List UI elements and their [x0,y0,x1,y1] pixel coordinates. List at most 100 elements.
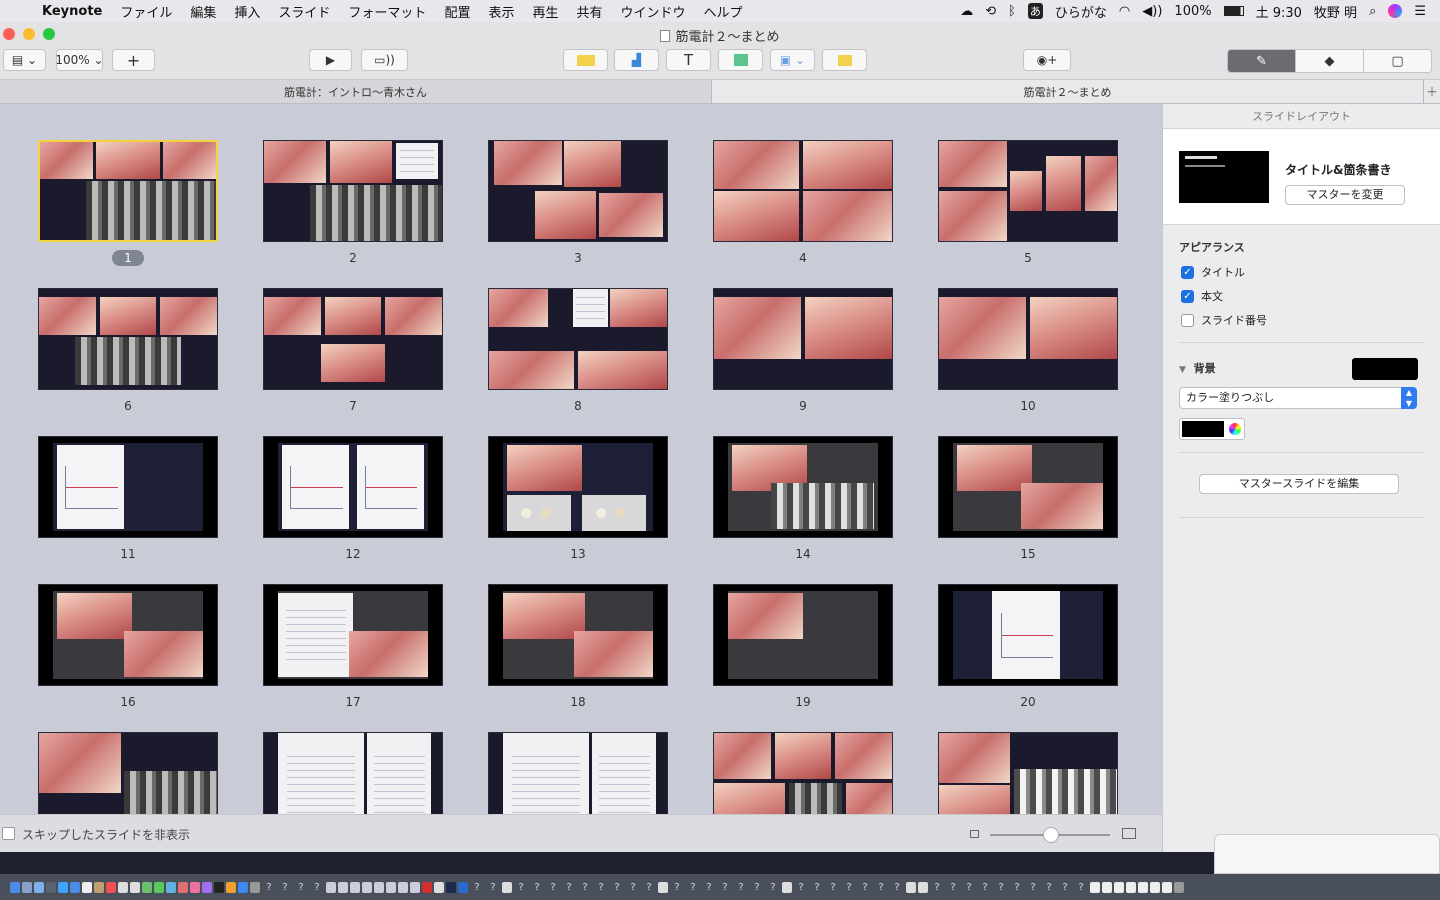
menu-window[interactable]: ウインドウ [612,2,695,21]
menu-share[interactable]: 共有 [567,2,611,21]
tv-icon[interactable] [214,881,224,893]
unknown-app-icon[interactable]: ? [874,882,888,893]
unknown-app-icon[interactable]: ? [1010,882,1024,893]
finder-icon[interactable] [10,881,20,893]
app-icon[interactable] [362,881,372,893]
menu-arrange[interactable]: 配置 [435,2,479,21]
slide-thumbnail[interactable]: 19 [713,584,893,710]
unknown-app-icon[interactable]: ? [978,882,992,893]
slide-thumbnail[interactable]: 10 [938,288,1118,414]
play-button[interactable]: ▶ [309,49,352,71]
fill-type-select[interactable]: カラー塗りつぶし ▲ ▼ [1179,387,1417,409]
shape-button[interactable] [718,49,763,71]
app-icon[interactable] [82,881,92,893]
time-machine-icon[interactable]: ⟲ [985,4,996,19]
tab-intro[interactable]: 筋電計：イントロ〜青木さん [0,80,712,103]
notification-center-icon[interactable]: ☰ [1414,4,1426,19]
word-icon[interactable] [458,881,468,893]
app-icon[interactable] [94,881,104,893]
app-icon[interactable] [118,881,128,893]
unknown-app-icon[interactable]: ? [702,882,716,893]
unknown-app-icon[interactable]: ? [642,882,656,893]
slide-thumbnail[interactable]: 3 [488,140,668,266]
document-icon[interactable] [1150,881,1160,893]
unknown-app-icon[interactable]: ? [610,882,624,893]
battery-percent[interactable]: 100% [1174,4,1211,19]
podcasts-icon[interactable] [202,881,212,893]
document-icon[interactable] [1162,881,1172,893]
chart-button[interactable]: ▟ [614,49,659,71]
unknown-app-icon[interactable]: ? [734,882,748,893]
slide-thumbnail[interactable] [263,732,443,814]
slide-thumbnail[interactable]: 11 [38,436,218,562]
unknown-app-icon[interactable]: ? [578,882,592,893]
layout-thumbnail[interactable] [1179,151,1269,203]
siri-icon[interactable] [1388,4,1403,18]
app-icon[interactable] [70,881,80,893]
table-button[interactable] [563,49,608,71]
unknown-app-icon[interactable]: ? [626,882,640,893]
unknown-app-icon[interactable]: ? [278,882,292,893]
unknown-app-icon[interactable]: ? [994,882,1008,893]
title-checkbox[interactable]: ✓ [1181,265,1194,279]
unknown-app-icon[interactable]: ? [766,882,780,893]
document-icon[interactable] [1114,881,1124,893]
app-icon[interactable] [350,881,360,893]
background-color-swatch[interactable] [1352,358,1418,380]
unknown-app-icon[interactable]: ? [530,882,544,893]
body-checkbox-row[interactable]: ✓ 本文 [1181,288,1223,304]
color-well[interactable] [1179,418,1245,440]
unknown-app-icon[interactable]: ? [718,882,732,893]
slide-number-checkbox[interactable] [1181,313,1194,327]
app-icon[interactable] [386,881,396,893]
document-icon[interactable] [658,881,668,893]
photoshop-icon[interactable] [446,881,456,893]
unknown-app-icon[interactable]: ? [546,882,560,893]
slide-thumbnail[interactable] [38,732,218,814]
menu-file[interactable]: ファイル [111,2,181,21]
document-icon[interactable] [1138,881,1148,893]
app-icon[interactable] [410,881,420,893]
document-icon[interactable] [918,881,928,893]
notification-popup[interactable] [1214,834,1440,874]
photos-icon[interactable] [178,881,188,893]
safari-icon[interactable] [34,881,44,893]
slide-number-checkbox-row[interactable]: スライド番号 [1181,312,1267,328]
app-icon[interactable] [434,881,444,893]
slide-thumbnail[interactable]: 13 [488,436,668,562]
thumbnail-size-slider-knob[interactable] [1043,827,1059,843]
menu-edit[interactable]: 編集 [181,2,225,21]
unknown-app-icon[interactable]: ? [890,882,904,893]
unknown-app-icon[interactable]: ? [562,882,576,893]
slide-thumbnail[interactable]: 4 [713,140,893,266]
add-slide-button[interactable]: + [112,49,155,71]
slide-thumbnail[interactable]: 12 [263,436,443,562]
app-icon[interactable] [374,881,384,893]
app-icon[interactable] [142,881,152,893]
menu-help[interactable]: ヘルプ [695,2,752,21]
unknown-app-icon[interactable]: ? [1074,882,1088,893]
background-section-toggle[interactable]: ▼ 背景 [1179,360,1216,376]
slide-thumbnail[interactable]: 15 [938,436,1118,562]
unknown-app-icon[interactable]: ? [858,882,872,893]
launchpad-icon[interactable] [22,881,32,893]
app-icon[interactable] [326,881,336,893]
view-menu-button[interactable]: ▤ ⌄ [3,49,46,71]
unknown-app-icon[interactable]: ? [810,882,824,893]
zoom-menu-button[interactable]: 100% ⌄ [55,49,104,71]
unknown-app-icon[interactable]: ? [594,882,608,893]
document-icon[interactable] [906,881,916,893]
calendar-icon[interactable] [106,881,116,893]
unknown-app-icon[interactable]: ? [1058,882,1072,893]
input-method-icon[interactable]: あ [1027,3,1043,19]
trash-icon[interactable] [1174,881,1184,893]
unknown-app-icon[interactable]: ? [686,882,700,893]
unknown-app-icon[interactable]: ? [294,882,308,893]
hide-skipped-checkbox[interactable] [2,827,15,840]
color-wheel-icon[interactable] [1228,422,1242,436]
document-icon[interactable] [1102,881,1112,893]
input-mode-label[interactable]: ひらがな [1055,2,1107,21]
app-icon[interactable] [130,881,140,893]
hide-skipped-label[interactable]: スキップしたスライドを非表示 [22,826,190,843]
menu-app-name[interactable]: Keynote [40,4,111,19]
